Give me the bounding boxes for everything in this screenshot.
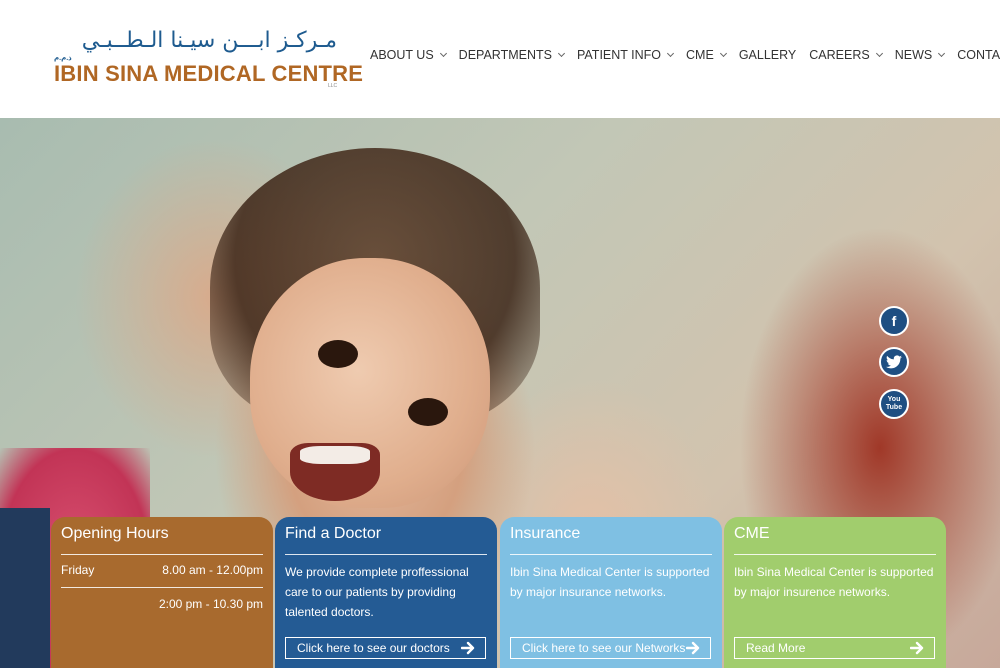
hero-eye-right bbox=[408, 398, 448, 426]
nav-item-careers[interactable]: CAREERS bbox=[809, 48, 883, 62]
arrow-right-icon bbox=[686, 641, 700, 655]
nav-label: PATIENT INFO bbox=[576, 48, 662, 62]
arrow-right-icon bbox=[910, 641, 924, 655]
hours-time: 2:00 pm - 10.30 pm bbox=[158, 597, 263, 611]
cme-card: CME Ibin Sina Medical Center is supporte… bbox=[724, 517, 946, 668]
nav-item-contact[interactable]: CONTACT bbox=[957, 48, 1000, 62]
nav-label: GALLERY bbox=[738, 48, 797, 62]
nav-label: CME bbox=[686, 48, 714, 62]
nav-item-about-us[interactable]: ABOUT US bbox=[370, 48, 447, 62]
logo-llc-text: LLC bbox=[328, 83, 338, 89]
card-description: Ibin Sina Medical Center is supported by… bbox=[510, 565, 710, 599]
nav-item-cme[interactable]: CME bbox=[686, 48, 727, 62]
opening-hours-card: Opening Hours Friday 8.00 am - 12.00pm 2… bbox=[51, 517, 273, 668]
button-label: Click here to see our doctors bbox=[297, 641, 450, 655]
hero-eye-left bbox=[318, 340, 358, 368]
facebook-icon[interactable]: f bbox=[879, 306, 909, 336]
button-label: Read More bbox=[746, 641, 806, 655]
see-doctors-button[interactable]: Click here to see our doctors bbox=[285, 637, 486, 659]
card-description: We provide complete proffessional care t… bbox=[285, 565, 469, 619]
twitter-icon[interactable] bbox=[879, 347, 909, 377]
site-header: مـركـز ابـــن سيـنا الـطــبـي ذ.م.م IBIN… bbox=[0, 0, 1000, 118]
nav-item-patient-info[interactable]: PATIENT INFO bbox=[576, 48, 675, 62]
nav-label: DEPARTMENTS bbox=[458, 48, 552, 62]
main-navigation: ABOUT US DEPARTMENTS PATIENT INFO CME GA… bbox=[370, 48, 1000, 62]
card-title: Find a Doctor bbox=[285, 525, 487, 555]
hours-day: Friday bbox=[61, 563, 95, 577]
card-title: Opening Hours bbox=[61, 525, 263, 555]
nav-label: ABOUT US bbox=[370, 48, 434, 62]
card-title: CME bbox=[734, 525, 936, 555]
youtube-icon[interactable]: You Tube bbox=[879, 389, 909, 419]
hours-time: 8.00 am - 12.00pm bbox=[162, 563, 263, 577]
logo-name-text: IBIN SINA MEDICAL CENTRE bbox=[54, 61, 364, 86]
twitter-bird-glyph bbox=[886, 355, 902, 369]
card-description: Ibin Sina Medical Center is supported by… bbox=[734, 565, 934, 599]
hero-jacket-shape bbox=[0, 508, 50, 668]
chevron-down-icon bbox=[439, 49, 447, 57]
nav-label: CONTACT bbox=[957, 48, 1000, 62]
hours-row: 2:00 pm - 10.30 pm bbox=[61, 588, 263, 620]
find-doctor-card: Find a Doctor We provide complete proffe… bbox=[275, 517, 497, 668]
nav-label: NEWS bbox=[894, 48, 933, 62]
see-networks-button[interactable]: Click here to see our Networks bbox=[510, 637, 711, 659]
hero-teeth-shape bbox=[300, 446, 370, 464]
nav-label: CAREERS bbox=[809, 48, 870, 62]
read-more-button[interactable]: Read More bbox=[734, 637, 935, 659]
card-title: Insurance bbox=[510, 525, 712, 555]
chevron-down-icon bbox=[557, 49, 566, 57]
chevron-down-icon bbox=[938, 49, 946, 57]
arrow-right-icon bbox=[461, 641, 475, 655]
hours-row: Friday 8.00 am - 12.00pm bbox=[61, 555, 263, 588]
youtube-label: You Tube bbox=[885, 396, 903, 411]
logo-arabic-text: مـركـز ابـــن سيـنا الـطــبـي bbox=[81, 28, 337, 53]
chevron-down-icon bbox=[719, 49, 727, 57]
button-label: Click here to see our Networks bbox=[522, 641, 686, 655]
site-logo[interactable]: مـركـز ابـــن سيـنا الـطــبـي ذ.م.م IBIN… bbox=[52, 28, 363, 90]
nav-item-news[interactable]: NEWS bbox=[894, 48, 946, 62]
insurance-card: Insurance Ibin Sina Medical Center is su… bbox=[500, 517, 722, 668]
nav-item-gallery[interactable]: GALLERY bbox=[739, 48, 796, 62]
chevron-down-icon bbox=[666, 49, 675, 57]
chevron-down-icon bbox=[875, 49, 883, 57]
nav-item-departments[interactable]: DEPARTMENTS bbox=[458, 48, 566, 62]
